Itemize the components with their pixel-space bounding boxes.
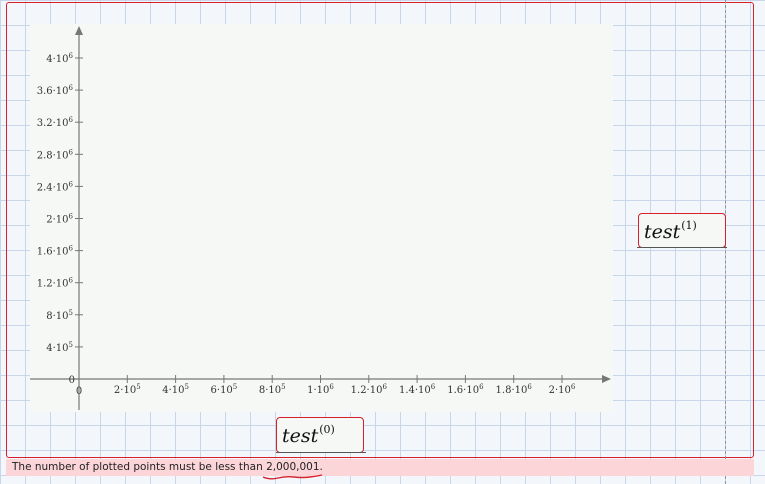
y-axis-arrow — [75, 26, 83, 35]
x-axis-expression[interactable]: test(0) — [282, 423, 335, 447]
x-expression-index: (0) — [319, 423, 335, 436]
x-axis-expression-underline — [276, 452, 366, 453]
y-tick-label: 8·105 — [46, 309, 73, 322]
y-tick-label: 3.2·106 — [37, 116, 74, 129]
x-tick-label: 1.4·106 — [399, 383, 436, 396]
y-axis-expression[interactable]: test(1) — [644, 219, 697, 243]
y-tick-label: 1.6·106 — [37, 245, 74, 258]
y-tick-label: 4·105 — [46, 341, 73, 354]
error-message-text: The number of plotted points must be les… — [12, 461, 267, 473]
error-message-suffix: . — [319, 461, 323, 473]
x-expression-name: test — [282, 425, 319, 447]
x-tick-label: 8·105 — [259, 383, 286, 396]
x-tick-label: 1·106 — [307, 383, 334, 396]
y-tick-label: 1.2·106 — [37, 277, 74, 290]
y-origin-label: 0 — [69, 375, 75, 386]
x-tick-label: 2·106 — [549, 383, 576, 396]
y-tick-label: 4·106 — [46, 52, 73, 65]
error-underline-squiggle — [262, 474, 323, 480]
x-tick-label: 4·105 — [162, 383, 189, 396]
y-expression-index: (1) — [681, 219, 697, 232]
error-value: 2,000,001 — [262, 461, 323, 480]
y-expression-name: test — [644, 221, 681, 243]
y-tick-label: 3.6·106 — [37, 84, 74, 97]
y-tick-label: 2·106 — [46, 213, 73, 226]
x-tick-label: 6·105 — [211, 383, 238, 396]
x-origin-label: 0 — [76, 386, 82, 397]
x-axis-arrow — [602, 375, 611, 383]
y-axis-ticks: 4·105 8·105 1.2·106 1.6·106 2·106 2.4·106 2.8·… — [37, 52, 83, 354]
x-tick-label: 2·105 — [114, 383, 141, 396]
x-axis-ticks: 2·105 4·105 6·105 8·105 1·106 1.2·106 1.4·106 1… — [114, 375, 576, 396]
y-tick-label: 2.8·106 — [37, 148, 74, 161]
y-tick-label: 2.4·106 — [37, 180, 74, 193]
x-tick-label: 1.6·106 — [447, 383, 484, 396]
x-tick-label: 1.2·106 — [351, 383, 388, 396]
error-message-bar: The number of plotted points must be les… — [6, 459, 754, 480]
plot-axes: 00 — [30, 26, 611, 410]
x-tick-label: 1.8·106 — [496, 383, 533, 396]
y-axis-expression-underline — [637, 247, 727, 248]
